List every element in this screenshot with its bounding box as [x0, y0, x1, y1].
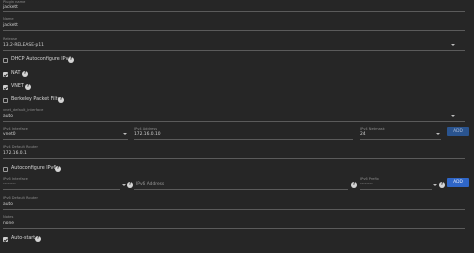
notes-underline: [3, 228, 465, 229]
name-label: Name: [3, 17, 14, 21]
ipv6-add-button[interactable]: ADD: [447, 178, 469, 187]
notes-input[interactable]: none: [3, 221, 14, 226]
release-underline: [3, 50, 465, 51]
ipv4-interface-select[interactable]: vnet0: [3, 132, 16, 137]
auto-ipv6-label: Autoconfigure IPv6: [11, 166, 57, 171]
ipv4-router-underline: [3, 158, 465, 159]
chevron-down-icon[interactable]: [451, 115, 455, 117]
release-label: Release: [3, 37, 18, 41]
autostart-checkbox[interactable]: [3, 237, 8, 242]
chevron-down-icon[interactable]: [123, 133, 127, 135]
vnet-default-select[interactable]: auto: [3, 114, 13, 119]
ipv6-prefix-select[interactable]: --------: [360, 182, 373, 187]
vnet-label: VNET: [11, 84, 24, 89]
help-icon[interactable]: ?: [439, 182, 445, 188]
vnet-default-label: vnet_default_interface: [3, 108, 44, 112]
bpf-label: Berkeley Packet Filter: [11, 97, 63, 102]
ipv6-router-input[interactable]: auto: [3, 202, 13, 207]
name-input[interactable]: jackett: [3, 23, 18, 28]
bpf-checkbox[interactable]: [3, 98, 8, 103]
ipv6-interface-underline: [3, 189, 120, 190]
ipv4-address-input[interactable]: 172.16.0.10: [134, 132, 161, 137]
chevron-down-icon[interactable]: [433, 184, 437, 186]
ipv6-prefix-label: IPv6 Prefix: [360, 177, 379, 181]
ipv4-add-button[interactable]: ADD: [447, 127, 469, 136]
ipv6-router-label: IPv6 Default Router: [3, 196, 38, 200]
ipv4-netmask-underline: [360, 139, 441, 140]
ipv4-netmask-select[interactable]: 24: [360, 132, 366, 137]
ipv6-address-input[interactable]: IPv6 Address: [136, 182, 164, 187]
vnet-checkbox[interactable]: [3, 85, 8, 90]
ipv6-prefix-underline: [360, 189, 432, 190]
ipv4-address-underline: [134, 139, 353, 140]
vnet-default-underline: [3, 121, 465, 122]
plugin-name-underline: [3, 11, 465, 12]
release-select[interactable]: 13.2-RELEASE-p11: [3, 43, 44, 48]
ipv6-interface-select[interactable]: --------: [3, 182, 16, 187]
help-icon[interactable]: ?: [55, 166, 61, 172]
ipv4-router-label: IPv4 Default Router: [3, 145, 38, 149]
ipv4-interface-label: IPv4 Interface: [3, 127, 28, 131]
notes-label: Notes: [3, 215, 14, 219]
chevron-down-icon[interactable]: [451, 44, 455, 46]
ipv6-router-underline: [3, 209, 465, 210]
jail-edit-form: Plugin name jackett Name jackett Release…: [0, 0, 474, 253]
help-icon[interactable]: ?: [68, 57, 74, 63]
help-icon[interactable]: ?: [58, 97, 64, 103]
chevron-down-icon[interactable]: [436, 133, 440, 135]
plugin-name-value[interactable]: jackett: [3, 5, 18, 10]
ipv6-address-underline: [134, 189, 348, 190]
ipv4-interface-underline: [3, 139, 128, 140]
help-icon[interactable]: ?: [127, 182, 133, 188]
chevron-down-icon[interactable]: [122, 184, 126, 186]
ipv6-interface-label: IPv6 Interface: [3, 177, 28, 181]
nat-checkbox[interactable]: [3, 72, 8, 77]
help-icon[interactable]: ?: [351, 182, 357, 188]
autostart-label: Auto-start: [11, 236, 36, 241]
help-icon[interactable]: ?: [35, 236, 41, 242]
help-icon[interactable]: ?: [22, 71, 28, 77]
auto-ipv6-checkbox[interactable]: [3, 167, 8, 172]
dhcp-label: DHCP Autoconfigure IPv4: [11, 57, 72, 62]
name-underline: [3, 30, 465, 31]
help-icon[interactable]: ?: [25, 84, 31, 90]
dhcp-checkbox[interactable]: [3, 58, 8, 63]
plugin-name-label: Plugin name: [3, 0, 26, 4]
ipv4-netmask-label: IPv4 Netmask: [360, 127, 385, 131]
nat-label: NAT: [11, 71, 21, 76]
ipv4-address-label: IPv4 Address: [134, 127, 158, 131]
ipv4-router-input[interactable]: 172.16.0.1: [3, 151, 27, 156]
